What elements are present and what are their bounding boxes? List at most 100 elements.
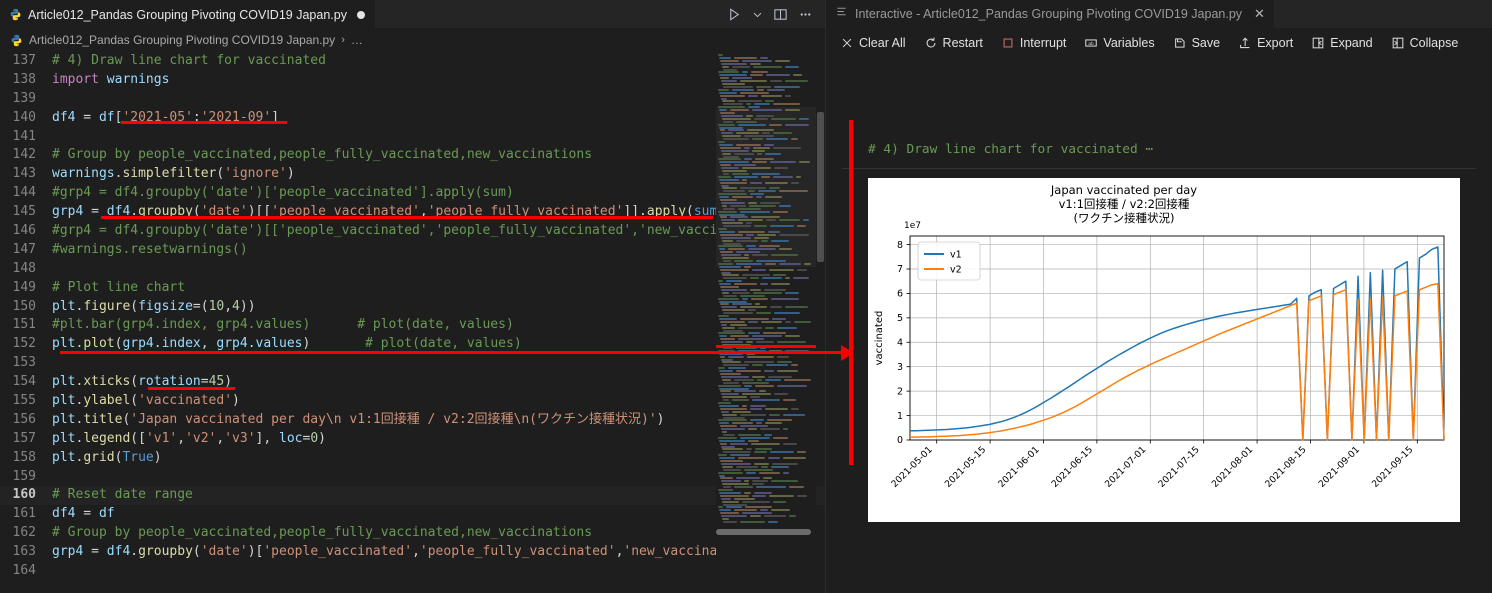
minimap-code-row bbox=[718, 402, 731, 404]
code-line[interactable]: 157 plt.legend(['v1','v2','v3'], loc=0) bbox=[0, 430, 825, 449]
minimap-code-row bbox=[723, 364, 749, 367]
code-text: # Group by people_vaccinated,people_full… bbox=[52, 147, 593, 163]
minimap-code-row bbox=[766, 74, 790, 77]
code-line[interactable]: 155 plt.ylabel('vaccinated') bbox=[0, 392, 825, 411]
minimap[interactable] bbox=[716, 52, 816, 593]
minimap-code-row bbox=[769, 268, 794, 271]
export-button-label: Export bbox=[1257, 36, 1294, 50]
code-line[interactable]: 138 import warnings bbox=[0, 71, 825, 90]
line-number: 138 bbox=[12, 71, 36, 87]
minimap-code-row bbox=[718, 228, 727, 230]
minimap-code-row bbox=[757, 152, 762, 155]
minimap-code-row bbox=[723, 207, 735, 210]
code-line[interactable]: 159 bbox=[0, 468, 825, 487]
minimap-code-row bbox=[783, 457, 806, 460]
minimap-code-row bbox=[719, 178, 739, 181]
code-line[interactable]: 139 bbox=[0, 90, 825, 109]
code-line[interactable]: 153 bbox=[0, 354, 825, 373]
code-line[interactable]: 141 bbox=[0, 128, 825, 147]
save-button[interactable]: Save bbox=[1167, 33, 1229, 53]
minimap-code-row bbox=[742, 178, 747, 181]
variables-button[interactable]: ab Variables bbox=[1078, 33, 1162, 53]
code-line[interactable]: 154 plt.xticks(rotation=45) bbox=[0, 373, 825, 392]
minimap-code-row bbox=[751, 71, 768, 74]
code-editor[interactable]: 137 # 4) Draw line chart for vaccinated 13… bbox=[0, 52, 825, 593]
minimap-code-row bbox=[774, 312, 800, 315]
minimap-code-row bbox=[744, 468, 773, 471]
line-number: 153 bbox=[12, 355, 36, 371]
expand-button[interactable]: Expand bbox=[1305, 33, 1380, 53]
code-line[interactable]: 162 # Group by people_vaccinated,people_f… bbox=[0, 524, 825, 543]
collapse-button[interactable]: Collapse bbox=[1385, 33, 1467, 53]
minimap-code-row bbox=[744, 135, 774, 138]
line-number: 147 bbox=[12, 241, 36, 257]
code-line[interactable]: 161 df4 = df bbox=[0, 505, 825, 524]
more-actions-icon[interactable] bbox=[798, 7, 813, 22]
minimap-code-row bbox=[723, 242, 741, 245]
matplotlib-figure[interactable]: Japan vaccinated per day v1:1回接種 / v2:2回接… bbox=[868, 178, 1460, 522]
cell-source-code[interactable]: # 4) Draw line chart for vaccinated ⋯ bbox=[868, 142, 1153, 157]
minimap-code-row bbox=[722, 361, 741, 364]
chevron-down-icon[interactable] bbox=[752, 9, 763, 20]
vertical-scrollbar[interactable] bbox=[816, 52, 825, 593]
code-line[interactable]: 160 # Reset date range bbox=[0, 486, 825, 506]
code-line[interactable]: 158 plt.grid(True) bbox=[0, 449, 825, 468]
code-line[interactable]: 163 grp4 = df4.groupby('date')['people_va… bbox=[0, 543, 825, 562]
code-line[interactable]: 164 bbox=[0, 562, 825, 581]
minimap-code-row bbox=[728, 248, 745, 251]
code-line[interactable]: 149 # Plot line chart bbox=[0, 279, 825, 298]
minimap-code-row bbox=[750, 62, 761, 65]
split-editor-right-icon[interactable] bbox=[773, 7, 788, 22]
code-text: #grp4 = df4.groupby('date')[['people_vac… bbox=[52, 223, 718, 239]
export-button[interactable]: Export bbox=[1232, 33, 1301, 53]
restart-button[interactable]: Restart bbox=[918, 33, 991, 53]
minimap-code-row bbox=[750, 515, 761, 518]
minimap-code-row bbox=[723, 486, 731, 489]
minimap-code-row bbox=[722, 222, 743, 225]
minimap-code-row bbox=[784, 378, 811, 381]
code-text: #grp4 = df4.groupby('date')['people_vacc… bbox=[52, 185, 514, 201]
code-line[interactable]: 140 df4 = df['2021-05':'2021-09'] bbox=[0, 109, 825, 128]
interrupt-button[interactable]: Interrupt bbox=[995, 33, 1075, 53]
vertical-scrollbar-thumb[interactable] bbox=[817, 112, 824, 262]
minimap-code-row bbox=[722, 396, 747, 399]
breadcrumb-overflow[interactable]: … bbox=[351, 33, 363, 47]
y-tick-label: 5 bbox=[897, 313, 903, 324]
code-line[interactable]: 150 plt.figure(figsize=(10,4)) bbox=[0, 298, 825, 317]
code-line[interactable]: 148 bbox=[0, 260, 825, 279]
editor-tab-active[interactable]: Article012_Pandas Grouping Pivoting COVI… bbox=[0, 0, 375, 28]
line-number: 157 bbox=[12, 430, 36, 446]
minimap-code-row bbox=[773, 274, 786, 277]
minimap-code-row bbox=[768, 520, 778, 523]
code-line[interactable]: 144 #grp4 = df4.groupby('date')['people_v… bbox=[0, 184, 825, 203]
code-line[interactable]: 137 # 4) Draw line chart for vaccinated bbox=[0, 52, 825, 71]
code-line[interactable]: 156 plt.title('Japan vaccinated per day\n… bbox=[0, 411, 825, 430]
breadcrumb-file[interactable]: Article012_Pandas Grouping Pivoting COVI… bbox=[29, 33, 335, 47]
code-line[interactable]: 142 # Group by people_vaccinated,people_f… bbox=[0, 146, 825, 165]
horizontal-scrollbar-thumb[interactable] bbox=[716, 529, 811, 535]
clear-all-button[interactable]: Clear All bbox=[834, 33, 914, 53]
code-line[interactable]: 145 grp4 = df4.groupby('date')[['people_v… bbox=[0, 203, 825, 222]
minimap-code-row bbox=[777, 355, 789, 358]
code-lines: 137 # 4) Draw line chart for vaccinated 13… bbox=[0, 52, 825, 581]
minimap-code-row bbox=[718, 88, 729, 91]
code-line[interactable]: 147 #warnings.resetwarnings() bbox=[0, 241, 825, 260]
code-line[interactable]: 151 #plt.bar(grp4.index, grp4.values) # p… bbox=[0, 316, 825, 335]
minimap-code-row bbox=[718, 297, 739, 300]
minimap-code-row bbox=[732, 88, 754, 91]
minimap-code-row bbox=[723, 329, 743, 332]
code-line[interactable]: 143 warnings.simplefilter('ignore') bbox=[0, 165, 825, 184]
minimap-code-row bbox=[742, 500, 770, 503]
interactive-window-pane: Interactive - Article012_Pandas Grouping… bbox=[825, 0, 1492, 593]
minimap-code-row bbox=[772, 317, 786, 320]
close-icon[interactable]: ✕ bbox=[1254, 6, 1265, 22]
clear-all-button-label: Clear All bbox=[859, 36, 906, 50]
interactive-tab[interactable]: Interactive - Article012_Pandas Grouping… bbox=[826, 0, 1274, 28]
minimap-code-row bbox=[752, 375, 765, 378]
code-line[interactable]: 146 #grp4 = df4.groupby('date')[['people_… bbox=[0, 222, 825, 241]
minimap-code-row bbox=[722, 309, 745, 312]
expand-icon bbox=[1311, 36, 1325, 50]
minimap-code-row bbox=[752, 268, 766, 271]
run-python-file-icon[interactable] bbox=[727, 7, 742, 22]
minimap-code-row bbox=[791, 138, 798, 141]
